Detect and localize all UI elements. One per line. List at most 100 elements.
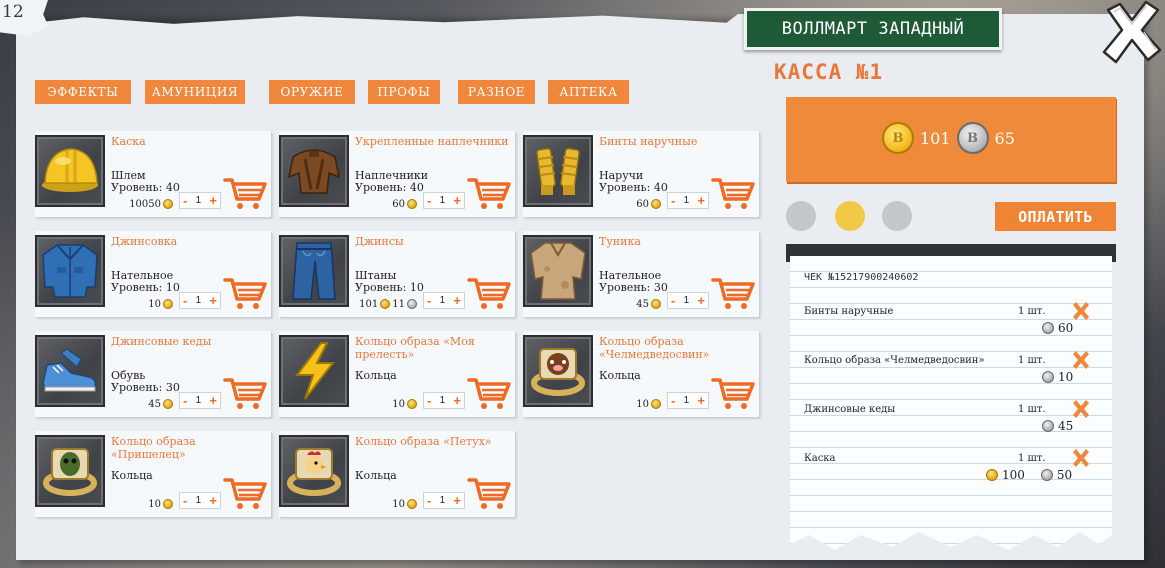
item-price: 10	[148, 497, 173, 511]
decrease-button[interactable]: -	[671, 294, 675, 307]
tab-label: РАЗНОЕ	[467, 85, 526, 99]
receipt-item-price: 45	[1042, 419, 1073, 433]
increase-button[interactable]: +	[209, 494, 217, 507]
increase-button[interactable]: +	[453, 194, 461, 207]
decrease-button[interactable]: -	[183, 294, 187, 307]
decrease-button[interactable]: -	[427, 394, 431, 407]
increase-button[interactable]: +	[453, 394, 461, 407]
balance-panel: B 101 B 65	[786, 97, 1116, 182]
increase-button[interactable]: +	[453, 494, 461, 507]
item-card[interactable]: Бинты наручные Наручи Уровень: 40 60-1 +	[523, 131, 759, 217]
quantity-stepper[interactable]: -1 +	[179, 192, 221, 209]
decrease-button[interactable]: -	[427, 294, 431, 307]
decrease-button[interactable]: -	[183, 394, 187, 407]
decrease-button[interactable]: -	[427, 194, 431, 207]
quantity-stepper[interactable]: -1 +	[667, 192, 709, 209]
tab-profs[interactable]: ПРОФЫ	[368, 80, 440, 104]
item-card[interactable]: Кольцо образа «Петух» Кольца 10 -1 +	[279, 431, 515, 517]
remove-item-button[interactable]	[1070, 300, 1092, 322]
increase-button[interactable]: +	[697, 194, 705, 207]
decrease-button[interactable]: -	[183, 494, 187, 507]
increase-button[interactable]: +	[209, 394, 217, 407]
add-to-cart-button[interactable]	[467, 275, 511, 311]
quantity-value: 1	[439, 295, 446, 306]
tab-ammunition[interactable]: АМУНИЦИЯ	[145, 80, 245, 104]
receipt-item-price: 10	[1042, 370, 1073, 384]
add-to-cart-button[interactable]	[223, 175, 267, 211]
quantity-stepper[interactable]: -1 +	[423, 292, 465, 309]
tab-pharmacy[interactable]: АПТЕКА	[548, 80, 629, 104]
increase-button[interactable]: +	[697, 394, 705, 407]
tab-label: ЭФФЕКТЫ	[47, 85, 119, 99]
receipt-price-silver: 10	[1058, 370, 1074, 384]
add-to-cart-button[interactable]	[223, 375, 267, 411]
item-card[interactable]: Джинсовые кеды Обувь Уровень: 30 45-1 +	[35, 331, 271, 417]
item-card[interactable]: Джинсы Штаны Уровень: 10 101 11-1 +	[279, 231, 515, 317]
increase-button[interactable]: +	[697, 294, 705, 307]
item-level: Уровень: 40	[355, 181, 424, 194]
item-name: Укрепленные наплечники	[355, 135, 509, 148]
item-name: Джинсовка	[111, 235, 178, 248]
add-to-cart-button[interactable]	[223, 275, 267, 311]
remove-item-button[interactable]	[1070, 349, 1092, 371]
item-card[interactable]: Туника Нательное Уровень: 30 45-1 +	[523, 231, 759, 317]
ring-bearpig-icon	[523, 335, 593, 407]
add-to-cart-button[interactable]	[467, 475, 511, 511]
item-price-gold: 60	[636, 198, 649, 210]
add-to-cart-button[interactable]	[711, 275, 755, 311]
register-dot-2[interactable]	[835, 201, 865, 231]
register-dot-1[interactable]	[786, 201, 816, 231]
remove-item-button[interactable]	[1070, 447, 1092, 469]
quantity-stepper[interactable]: -1 +	[423, 192, 465, 209]
add-to-cart-button[interactable]	[467, 375, 511, 411]
item-card[interactable]: Укрепленные наплечники Наплечники Уровень:…	[279, 131, 515, 217]
remove-item-button[interactable]	[1070, 398, 1092, 420]
item-name: Кольцо образа «Пришелец»	[111, 435, 196, 461]
quantity-stepper[interactable]: -1 +	[179, 292, 221, 309]
decrease-button[interactable]: -	[671, 194, 675, 207]
tab-label: АПТЕКА	[559, 85, 618, 99]
quantity-stepper[interactable]: -1 +	[667, 392, 709, 409]
tab-misc[interactable]: РАЗНОЕ	[458, 80, 535, 104]
item-card[interactable]: Кольцо образа «Моя прелесть» Кольца 10 -1 +	[279, 331, 515, 417]
quantity-stepper[interactable]: -1 +	[667, 292, 709, 309]
item-price: 60	[392, 197, 417, 211]
quantity-stepper[interactable]: -1 +	[179, 392, 221, 409]
balance-gold: 101	[920, 128, 951, 148]
add-to-cart-button[interactable]	[711, 375, 755, 411]
quantity-value: 1	[683, 295, 690, 306]
item-card[interactable]: Кольцо образа «Пришелец» Кольца 10 -1 +	[35, 431, 271, 517]
register-dot-3[interactable]	[882, 201, 912, 231]
quantity-stepper[interactable]: -1 +	[423, 392, 465, 409]
decrease-button[interactable]: -	[671, 394, 675, 407]
receipt-item-qty: 1 шт.	[1018, 453, 1046, 464]
item-price: 10	[636, 397, 661, 411]
add-to-cart-button[interactable]	[467, 175, 511, 211]
quantity-value: 1	[683, 395, 690, 406]
gold-coin-icon	[986, 469, 998, 481]
increase-button[interactable]: +	[453, 294, 461, 307]
add-to-cart-button[interactable]	[711, 175, 755, 211]
quantity-stepper[interactable]: -1 +	[179, 492, 221, 509]
item-price-gold: 60	[392, 198, 405, 210]
item-card[interactable]: Джинсовка Нательное Уровень: 10 10-1 +	[35, 231, 271, 317]
quantity-value: 1	[439, 195, 446, 206]
quantity-value: 1	[439, 395, 446, 406]
increase-button[interactable]: +	[209, 194, 217, 207]
tab-weapons[interactable]: ОРУЖИЕ	[269, 80, 355, 104]
item-name: Бинты наручные	[599, 135, 698, 148]
gold-coin-icon	[407, 499, 417, 509]
decrease-button[interactable]: -	[427, 494, 431, 507]
quantity-stepper[interactable]: -1 +	[423, 492, 465, 509]
item-card[interactable]: Кольцо образа «Челмедведосвин» Кольца 10 -1…	[523, 331, 759, 417]
item-card[interactable]: Каска Шлем Уровень: 40 10050-1 +	[35, 131, 271, 217]
item-price-gold: 45	[636, 298, 649, 310]
pay-button[interactable]: ОПЛАТИТЬ	[995, 202, 1116, 231]
increase-button[interactable]: +	[209, 294, 217, 307]
item-name: Джинсы	[355, 235, 404, 248]
close-button[interactable]	[1100, 0, 1164, 64]
gold-coin-icon	[407, 399, 417, 409]
tab-effects[interactable]: ЭФФЕКТЫ	[35, 80, 131, 104]
add-to-cart-button[interactable]	[223, 475, 267, 511]
decrease-button[interactable]: -	[183, 194, 187, 207]
